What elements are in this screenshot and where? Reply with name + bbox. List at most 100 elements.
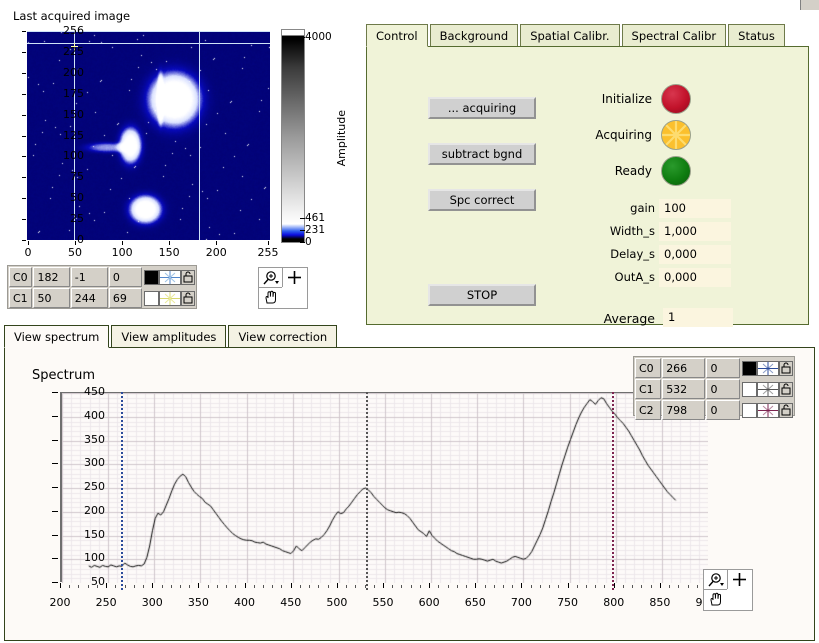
crosshair-plus-icon[interactable]: [727, 570, 750, 589]
spectrum-cursor-legend[interactable]: C0 266 0 C1 532 0 C2 798 0: [633, 356, 795, 420]
cursor-y-value[interactable]: 0: [706, 400, 740, 420]
spectrum-x-tick-label: 850: [649, 596, 671, 609]
table-row[interactable]: C1 532 0: [635, 379, 793, 399]
outa-s-field[interactable]: 0,000: [659, 268, 731, 287]
spectrum-y-tick-label: 50: [91, 575, 105, 588]
spectrum-x-minor-tick: [171, 585, 172, 588]
width-s-field[interactable]: 1,000: [659, 222, 731, 241]
initialize-led[interactable]: [661, 84, 691, 114]
cursor-controls[interactable]: [742, 358, 793, 378]
crosshair-icon[interactable]: [757, 360, 779, 376]
image-cursor-legend[interactable]: C0 182 -1 0 C1 50 244 69: [7, 265, 197, 309]
crosshair-icon[interactable]: [757, 381, 779, 397]
spectrum-plot[interactable]: [60, 392, 708, 583]
cursor-x-value[interactable]: 266: [662, 358, 706, 378]
spectrum-x-minor-tick: [162, 585, 163, 588]
cursor-controls[interactable]: [144, 267, 195, 287]
tab-control[interactable]: Control: [366, 24, 428, 47]
crosshair-icon[interactable]: [159, 290, 181, 306]
image-x-tick-label: 200: [205, 246, 227, 259]
image-caption: Last acquired image: [13, 9, 131, 23]
table-row[interactable]: C1 50 244 69: [9, 288, 195, 308]
image-x-tick: [28, 241, 29, 245]
image-x-tick: [75, 241, 77, 245]
crosshair-icon[interactable]: [159, 269, 181, 285]
ready-led-label: Ready: [614, 164, 652, 178]
control-tab-bar[interactable]: Control Background Spatial Calibr. Spectral…: [366, 24, 787, 47]
spectrum-cursor-line-c0[interactable]: [121, 392, 123, 591]
lock-icon[interactable]: [181, 290, 195, 306]
spectrum-cursor-line-c2[interactable]: [612, 392, 614, 591]
lock-icon[interactable]: [779, 402, 793, 418]
cursor-x-value[interactable]: 532: [662, 379, 706, 399]
table-row[interactable]: C0 266 0: [635, 358, 793, 378]
colorbar-gradient[interactable]: [281, 29, 305, 243]
image-y-tick: [22, 72, 26, 74]
acquiring-led-label: Acquiring: [595, 128, 652, 142]
lock-icon[interactable]: [779, 360, 793, 376]
tab-view-spectrum[interactable]: View spectrum: [4, 325, 110, 348]
spectrum-x-minor-tick: [503, 585, 504, 588]
tab-view-amplitudes[interactable]: View amplitudes: [111, 325, 227, 348]
tab-spectral-calibr[interactable]: Spectral Calibr: [621, 24, 727, 47]
hand-icon[interactable]: [704, 589, 727, 608]
cursor-color-swatch[interactable]: [742, 381, 757, 397]
cursor-y-value[interactable]: 0: [706, 358, 740, 378]
delay-s-field[interactable]: 0,000: [659, 245, 731, 264]
cursor-z-value[interactable]: 69: [108, 288, 142, 308]
spectrum-x-tick-label: 550: [372, 596, 394, 609]
cursor-z-value[interactable]: 0: [108, 267, 142, 287]
image-cursor-horizontal[interactable]: [27, 43, 270, 44]
tab-spatial-calibr[interactable]: Spatial Calibr.: [520, 24, 620, 47]
magnifier-icon[interactable]: [704, 570, 727, 589]
spectrum-y-tick: [52, 440, 58, 441]
image-y-tick: [22, 51, 26, 53]
cursor-x-value[interactable]: 182: [33, 267, 70, 287]
acquiring-led[interactable]: [661, 120, 691, 150]
spectrum-cursor-line-c1[interactable]: [366, 392, 368, 591]
cursor-x-value[interactable]: 50: [33, 288, 70, 308]
cursor-y-value[interactable]: 0: [706, 379, 740, 399]
image-tool-palette[interactable]: [258, 267, 308, 309]
image-cursor-vertical-c0[interactable]: [199, 31, 200, 240]
image-y-tick-label: 50: [70, 191, 84, 205]
tab-background[interactable]: Background: [429, 24, 519, 47]
subtract-bgnd-button[interactable]: subtract bgnd: [428, 143, 536, 165]
table-row[interactable]: C0 182 -1 0: [9, 267, 195, 287]
spectrum-x-tick: [198, 583, 199, 588]
gain-field[interactable]: 100: [659, 199, 731, 218]
hand-icon[interactable]: [259, 287, 282, 306]
crosshair-icon[interactable]: [757, 402, 779, 418]
cursor-color-swatch[interactable]: [144, 290, 159, 306]
cursor-color-swatch[interactable]: [742, 402, 757, 418]
spectrum-y-tick-label: 450: [84, 385, 105, 398]
lock-icon[interactable]: [779, 381, 793, 397]
spectrum-x-minor-tick: [457, 585, 458, 588]
spectrum-y-tick-label: 250: [84, 480, 105, 493]
cursor-y-value[interactable]: 244: [70, 288, 108, 308]
acquiring-button[interactable]: ... acquiring: [428, 97, 536, 119]
spectrum-y-tick: [52, 416, 58, 417]
stop-button[interactable]: STOP: [428, 284, 536, 306]
cursor-controls[interactable]: [144, 288, 195, 308]
cursor-color-swatch[interactable]: [144, 269, 159, 285]
cursor-y-value[interactable]: -1: [70, 267, 108, 287]
table-row[interactable]: C2 798 0: [635, 400, 793, 420]
cursor-x-value[interactable]: 798: [662, 400, 706, 420]
cursor-controls[interactable]: [742, 400, 793, 420]
image-x-tick-label: 255: [257, 246, 279, 259]
magnifier-icon[interactable]: [259, 268, 282, 287]
spectrum-tab-bar[interactable]: View spectrum View amplitudes View correct…: [4, 325, 339, 348]
cursor-controls[interactable]: [742, 379, 793, 399]
ready-led[interactable]: [661, 156, 691, 186]
cursor-color-swatch[interactable]: [742, 360, 757, 376]
lock-icon[interactable]: [181, 269, 195, 285]
crosshair-plus-icon[interactable]: [282, 268, 305, 287]
tab-status[interactable]: Status: [728, 24, 785, 47]
spectrum-x-tick-label: 250: [95, 596, 117, 609]
image-y-tick: [22, 219, 26, 221]
spectrum-tool-palette[interactable]: [703, 569, 753, 611]
colorbar[interactable]: 4000 461 231 0: [281, 29, 332, 248]
spc-correct-button[interactable]: Spc correct: [428, 189, 536, 211]
tab-view-correction[interactable]: View correction: [228, 325, 338, 348]
